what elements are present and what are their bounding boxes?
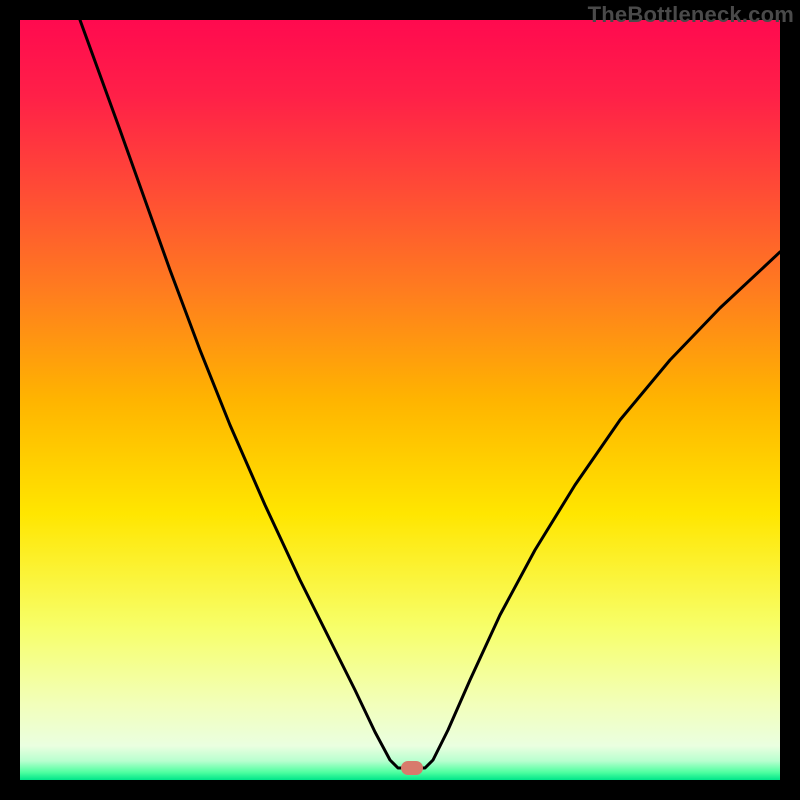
chart-frame: TheBottleneck.com [0, 0, 800, 800]
chart-svg [20, 20, 780, 780]
minimum-marker [401, 761, 423, 775]
gradient-background [20, 20, 780, 780]
plot-area [20, 20, 780, 780]
attribution-label: TheBottleneck.com [588, 2, 794, 28]
